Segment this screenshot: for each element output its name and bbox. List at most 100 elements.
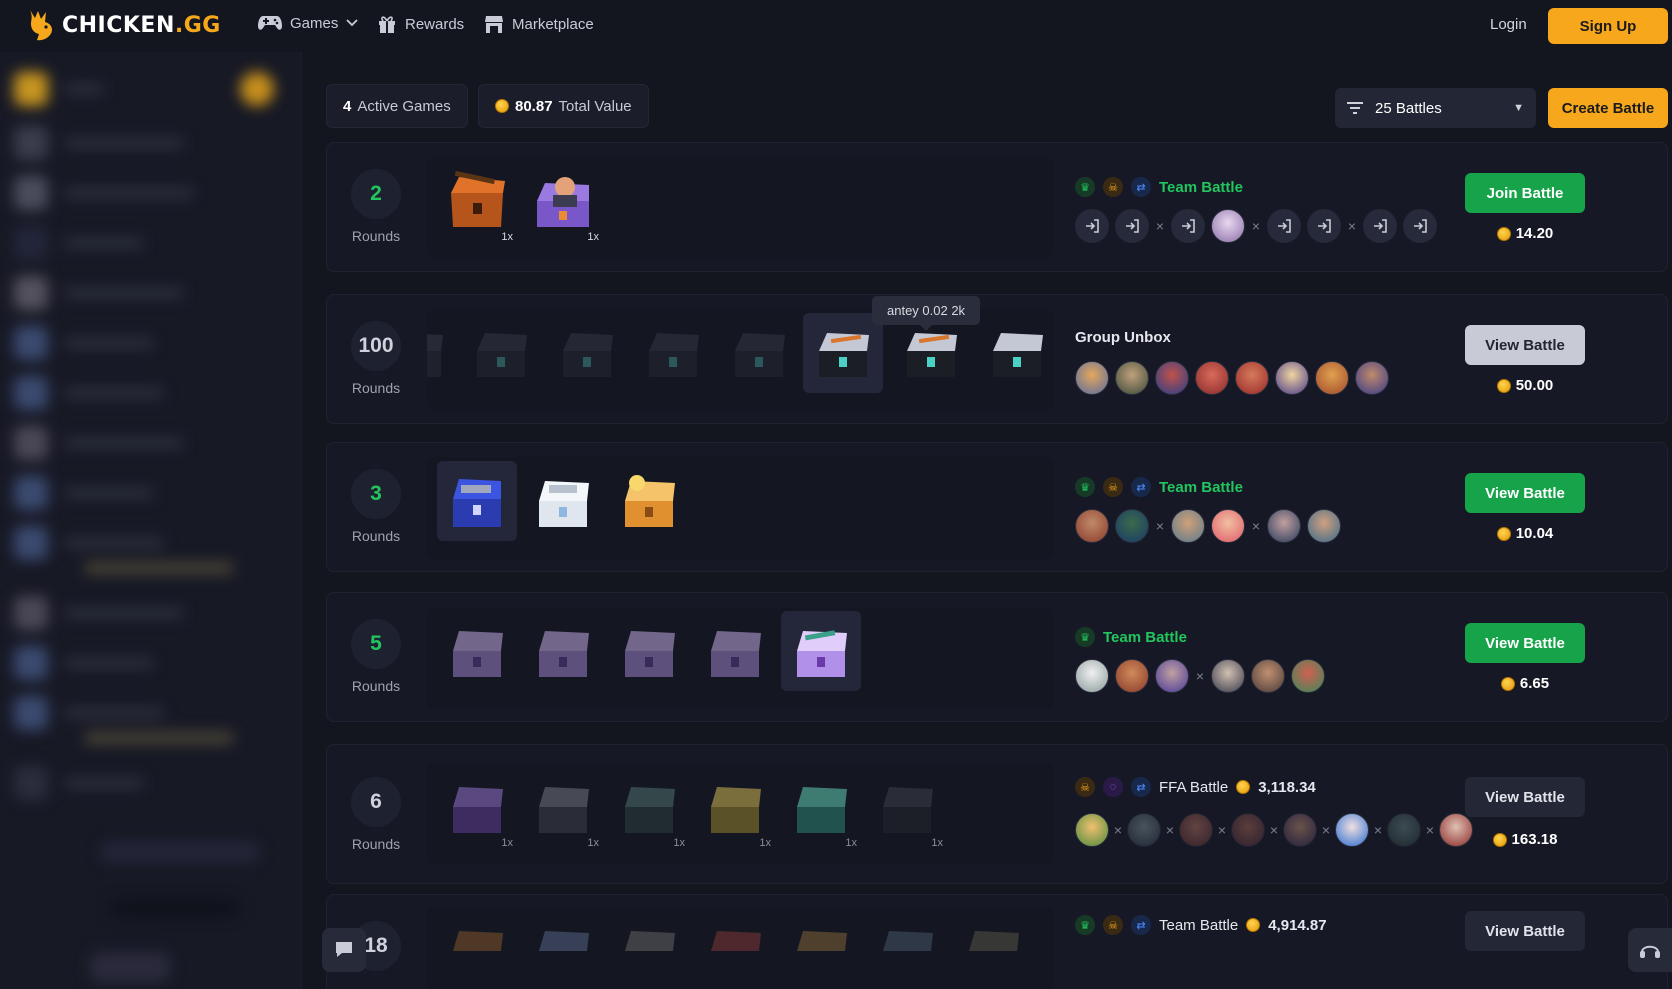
case-item[interactable]: [695, 911, 775, 989]
case-item[interactable]: [437, 911, 517, 989]
player-avatar[interactable]: [1115, 361, 1149, 395]
player-avatar[interactable]: [1075, 813, 1109, 847]
case-item[interactable]: [437, 611, 517, 691]
player-avatar[interactable]: [1075, 361, 1109, 395]
case-chest-icon: [797, 787, 847, 833]
battle-price-value: 163.18: [1511, 831, 1558, 848]
view-battle-button[interactable]: View Battle: [1465, 325, 1585, 365]
case-item[interactable]: [523, 911, 603, 989]
case-item[interactable]: [437, 461, 517, 541]
case-item[interactable]: [803, 313, 883, 393]
player-avatar[interactable]: [1075, 509, 1109, 543]
player-avatar[interactable]: [1283, 813, 1317, 847]
case-item[interactable]: [609, 461, 689, 541]
player-avatar[interactable]: [1211, 509, 1245, 543]
join-slot-icon[interactable]: [1171, 209, 1205, 243]
join-slot-icon[interactable]: [1267, 209, 1301, 243]
case-item[interactable]: [523, 461, 603, 541]
coin-icon: [1236, 780, 1251, 794]
login-link[interactable]: Login: [1490, 16, 1527, 33]
player-avatar[interactable]: [1267, 509, 1301, 543]
active-games-count: 4: [343, 97, 352, 115]
case-item[interactable]: 1x: [523, 767, 603, 849]
case-item[interactable]: 1x: [437, 161, 517, 243]
brand-suffix: .GG: [174, 12, 221, 38]
nav-games[interactable]: Games: [258, 14, 358, 32]
case-item[interactable]: [695, 611, 775, 691]
case-item[interactable]: [977, 313, 1053, 393]
player-avatar[interactable]: [1315, 361, 1349, 395]
battle-mode-label: FFA Battle: [1159, 778, 1229, 796]
player-avatar[interactable]: [1291, 659, 1325, 693]
player-avatar[interactable]: [1155, 361, 1189, 395]
view-battle-button[interactable]: View Battle: [1465, 911, 1585, 951]
player-avatar[interactable]: [1335, 813, 1369, 847]
player-avatar[interactable]: [1127, 813, 1161, 847]
player-avatar[interactable]: [1115, 659, 1149, 693]
case-chest-icon: [563, 333, 613, 377]
player-avatar[interactable]: [1075, 659, 1109, 693]
create-battle-button[interactable]: Create Battle: [1548, 88, 1668, 128]
case-item[interactable]: 1x: [781, 767, 861, 849]
case-chest-icon: [797, 931, 847, 951]
brand-logo[interactable]: CHICKEN.GG: [26, 8, 221, 42]
battles-count-select[interactable]: 25 Battles ▼: [1335, 88, 1536, 128]
case-item[interactable]: 1x: [609, 767, 689, 849]
case-item[interactable]: [461, 313, 541, 393]
join-slot-icon[interactable]: [1403, 209, 1437, 243]
view-battle-button[interactable]: View Battle: [1465, 777, 1585, 817]
chat-toggle-button[interactable]: [322, 928, 366, 972]
case-quantity: 1x: [501, 231, 513, 243]
join-slot-icon[interactable]: [1363, 209, 1397, 243]
signup-button[interactable]: Sign Up: [1548, 8, 1668, 44]
player-avatar[interactable]: [1179, 813, 1213, 847]
support-button[interactable]: [1628, 928, 1672, 972]
case-item[interactable]: [867, 911, 947, 989]
player-avatar[interactable]: [1251, 659, 1285, 693]
join-battle-button[interactable]: Join Battle: [1465, 173, 1585, 213]
join-slot-icon[interactable]: [1115, 209, 1149, 243]
player-avatar[interactable]: [1211, 209, 1245, 243]
case-item[interactable]: 1x: [523, 161, 603, 243]
case-item[interactable]: [427, 313, 457, 393]
case-item[interactable]: 1x: [867, 767, 947, 849]
case-item[interactable]: [719, 313, 799, 393]
player-avatar[interactable]: [1211, 659, 1245, 693]
join-slot-icon[interactable]: [1307, 209, 1341, 243]
case-item[interactable]: [609, 911, 689, 989]
player-avatar[interactable]: [1155, 659, 1189, 693]
total-value-label: Total Value: [558, 97, 632, 115]
player-avatar[interactable]: [1275, 361, 1309, 395]
nav-rewards[interactable]: Rewards: [377, 14, 464, 34]
case-item[interactable]: [547, 313, 627, 393]
nav-marketplace[interactable]: Marketplace: [484, 14, 594, 34]
player-avatar[interactable]: [1387, 813, 1421, 847]
case-item[interactable]: [953, 911, 1033, 989]
player-avatar[interactable]: [1231, 813, 1265, 847]
player-slots: ×: [1075, 659, 1325, 693]
battle-card: 100 Rounds Group Unbox View Battle 50.00: [326, 294, 1668, 424]
case-item[interactable]: [523, 611, 603, 691]
view-battle-button[interactable]: View Battle: [1465, 623, 1585, 663]
battle-mode: ♛ ☠ ⇄ Team Battle 4,914.87: [1075, 915, 1327, 935]
case-item[interactable]: 1x: [437, 767, 517, 849]
versus-icon: ×: [1347, 218, 1357, 234]
view-battle-button[interactable]: View Battle: [1465, 473, 1585, 513]
case-item[interactable]: [633, 313, 713, 393]
brand-name: CHICKEN.GG: [62, 13, 221, 38]
join-slot-icon[interactable]: [1075, 209, 1109, 243]
case-item[interactable]: [781, 611, 861, 691]
player-avatar[interactable]: [1307, 509, 1341, 543]
player-avatar[interactable]: [1195, 361, 1229, 395]
player-avatar[interactable]: [1115, 509, 1149, 543]
player-avatar[interactable]: [1171, 509, 1205, 543]
case-item[interactable]: [781, 911, 861, 989]
player-avatar[interactable]: [1355, 361, 1389, 395]
case-item[interactable]: [609, 611, 689, 691]
case-chest-icon: [453, 631, 503, 677]
case-item[interactable]: 1x: [695, 767, 775, 849]
player-avatar[interactable]: [1235, 361, 1269, 395]
case-chest-icon: [453, 479, 501, 527]
nav-rewards-label: Rewards: [405, 15, 465, 33]
rounds-indicator: 3 Rounds: [351, 469, 401, 544]
